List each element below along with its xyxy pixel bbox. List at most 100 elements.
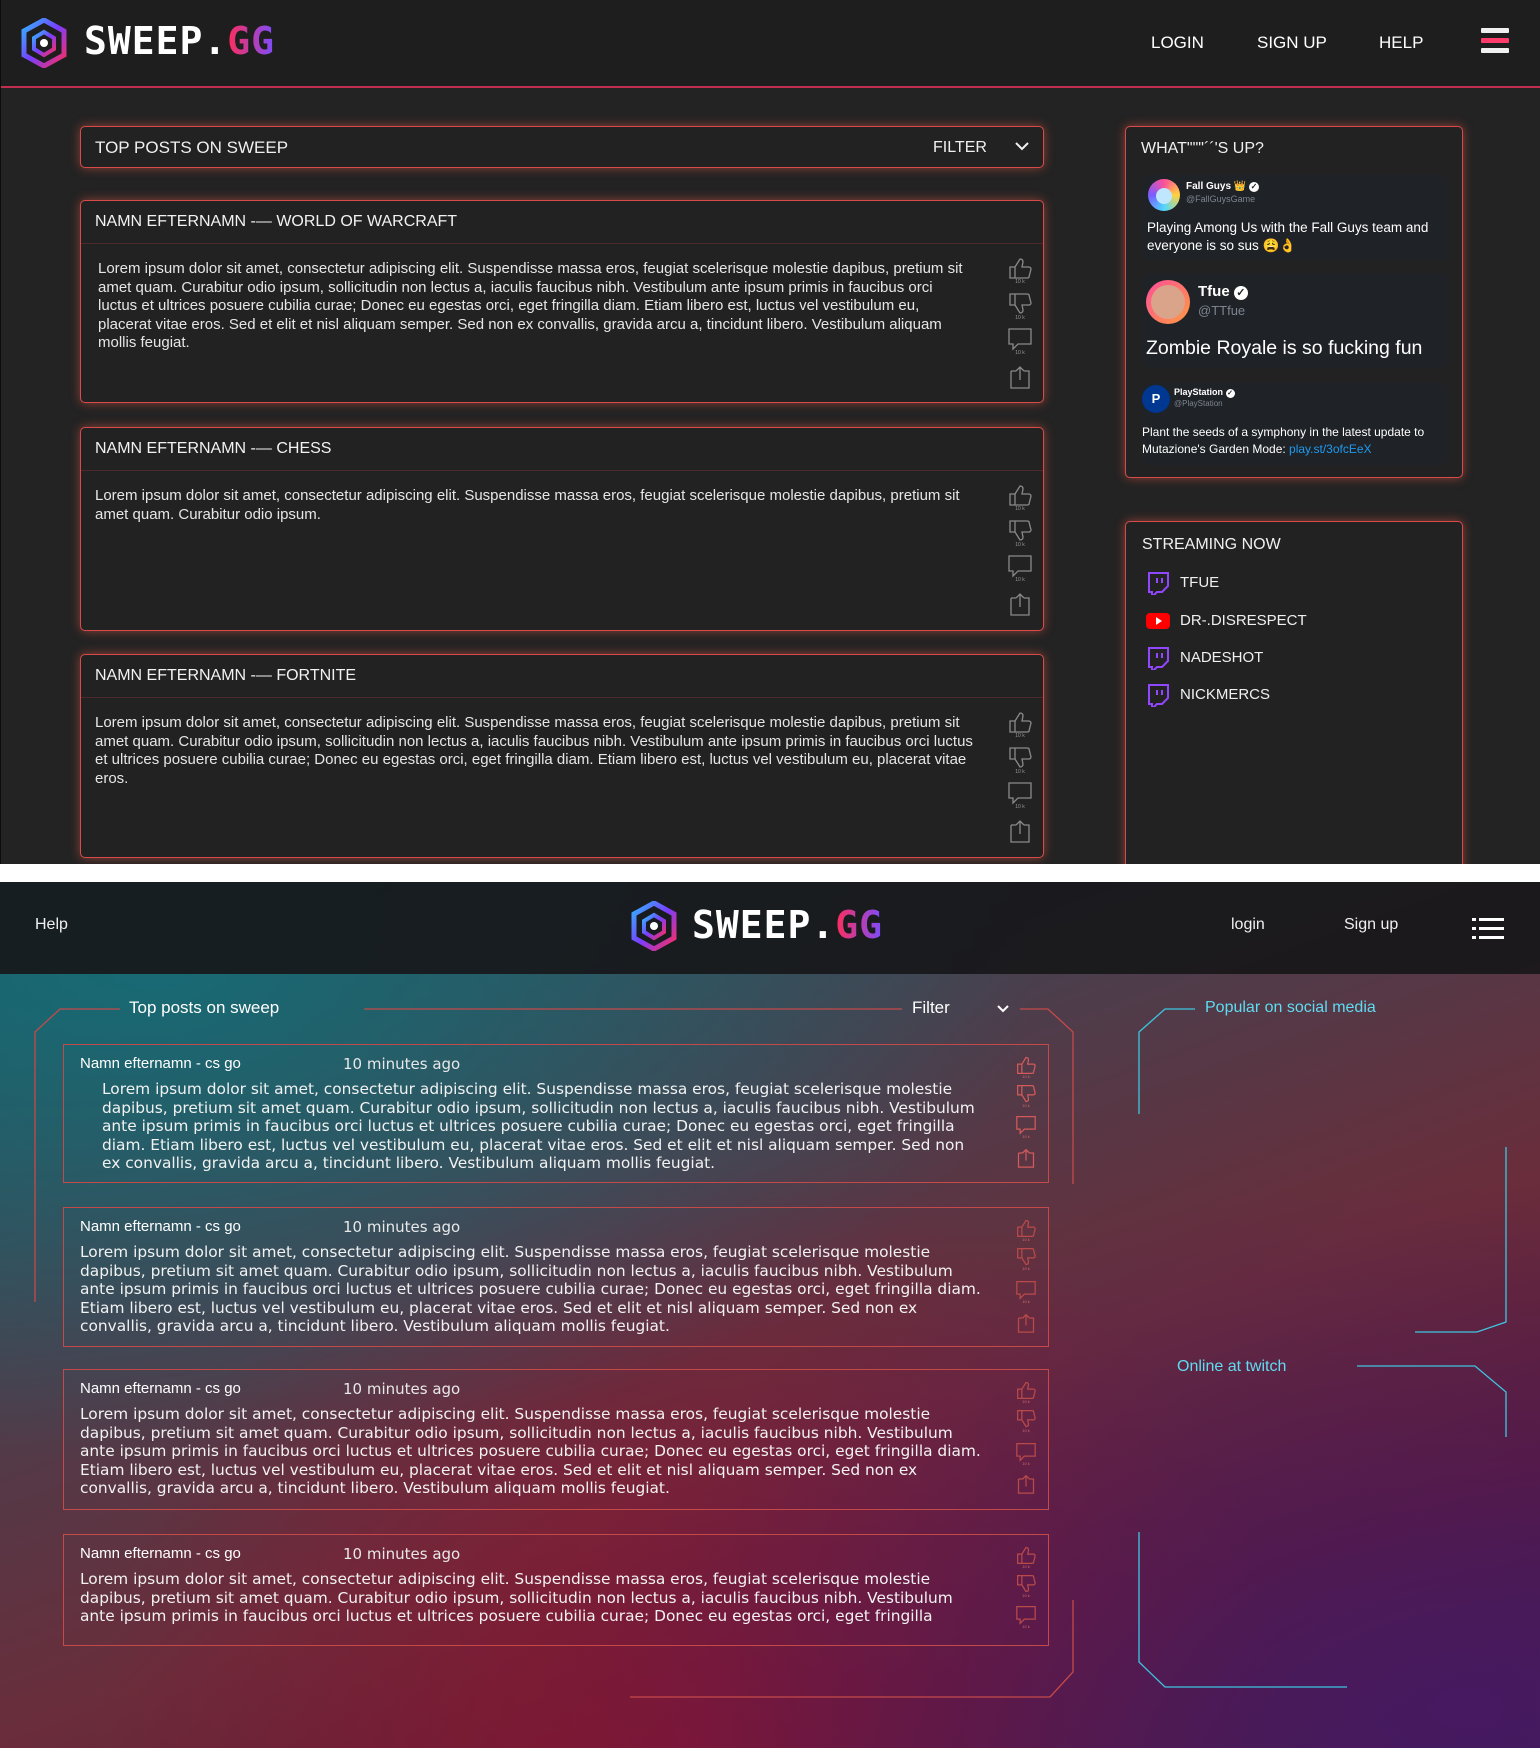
thumbs-up-icon[interactable]: 10 k (1015, 1380, 1039, 1404)
thumbs-up-icon[interactable]: 10 k (1007, 710, 1033, 739)
comment-count: 10 k (1022, 1624, 1030, 1629)
stream-item-tfue[interactable]: TFUE (1146, 571, 1219, 596)
brand-wordmark: SWEEP.GG (84, 19, 276, 63)
sweep-logo-icon[interactable] (19, 17, 69, 73)
thumbs-down-icon[interactable]: 10 k (1007, 292, 1033, 321)
share-icon[interactable] (1015, 1474, 1039, 1498)
post-body: Lorem ipsum dolor sit amet, consectetur … (102, 1080, 975, 1173)
filter-label[interactable]: Filter (912, 998, 950, 1018)
comment-icon[interactable]: 10 k (1007, 327, 1033, 356)
comment-count: 10 k (1015, 804, 1025, 810)
thumbs-up-icon[interactable]: 10 k (1015, 1218, 1039, 1242)
youtube-icon (1146, 613, 1170, 629)
comment-count: 10 k (1022, 1299, 1030, 1304)
streaming-now-panel: STREAMING NOW TFUE DR-.DISRESPECT NADESH… (1125, 521, 1463, 864)
dislike-count: 10 k (1015, 769, 1025, 775)
like-count: 10 k (1022, 1564, 1030, 1569)
tweet-card[interactable]: P PlayStation ✓ @PlayStation Plant the s… (1142, 383, 1448, 465)
tweet-card[interactable]: Fall Guys 👑 ✓ @FallGuysGame Playing Amon… (1142, 175, 1448, 260)
like-count: 10 k (1022, 1237, 1030, 1242)
like-count: 10 k (1015, 279, 1025, 285)
like-count: 10 k (1015, 506, 1025, 512)
tweet-card[interactable]: Tfue ✓ @TTfue Zombie Royale is so fuckin… (1142, 273, 1448, 368)
post-title: NAMN EFTERNAMN -— FORTNITE (95, 667, 357, 684)
thumbs-down-icon[interactable]: 10 k (1007, 519, 1033, 548)
dislike-count: 10 k (1022, 1266, 1030, 1271)
post-timestamp: 10 minutes ago (343, 1055, 461, 1073)
comment-count: 10 k (1022, 1134, 1030, 1139)
twitch-icon (1148, 647, 1169, 671)
tweet-text: Plant the seeds of a symphony in the lat… (1142, 425, 1425, 456)
thumbs-up-icon[interactable]: 10 k (1007, 256, 1033, 285)
share-icon[interactable] (1015, 1148, 1039, 1172)
post-card: NAMN EFTERNAMN -— CHESS Lorem ipsum dolo… (80, 427, 1044, 631)
comment-count: 10 k (1022, 1461, 1030, 1466)
dislike-count: 10 k (1022, 1103, 1030, 1108)
comment-icon[interactable]: 10 k (1015, 1442, 1039, 1466)
share-icon[interactable] (1007, 365, 1033, 391)
like-count: 10 k (1022, 1074, 1030, 1079)
post-header: NAMN EFTERNAMN -— WORLD OF WARCRAFT (81, 201, 1043, 244)
dislike-count: 10 k (1015, 315, 1025, 321)
stream-item-drdisrespect[interactable]: DR-.DISRESPECT (1146, 609, 1307, 633)
post-title: NAMN EFTERNAMN -— CHESS (95, 440, 332, 457)
share-icon[interactable] (1015, 1313, 1039, 1337)
comment-icon[interactable]: 10 k (1007, 781, 1033, 810)
comment-icon[interactable]: 10 k (1015, 1605, 1039, 1629)
post-body: Lorem ipsum dolor sit amet, consectetur … (80, 1405, 981, 1498)
tweet-author: PlayStation ✓ (1174, 387, 1235, 398)
comment-count: 10 k (1015, 577, 1025, 583)
post-body: Lorem ipsum dolor sit amet, consectetur … (80, 1243, 981, 1336)
comment-icon[interactable]: 10 k (1015, 1115, 1039, 1139)
login-link[interactable]: LOGIN (1151, 33, 1204, 53)
twitch-icon (1148, 572, 1169, 596)
tweet-text: Zombie Royale is so fucking fun (1146, 337, 1423, 359)
posts-header-title: Top posts on sweep (129, 998, 280, 1017)
post-title: NAMN EFTERNAMN -— WORLD OF WARCRAFT (95, 213, 458, 230)
post-card: Namn efternamn - cs go 10 minutes ago Lo… (63, 1369, 1049, 1510)
whats-up-title: WHAT"""´´'S UP? (1141, 140, 1264, 157)
post-body: Lorem ipsum dolor sit amet, consectetur … (80, 1570, 953, 1626)
tweet-handle: @PlayStation (1174, 399, 1223, 408)
streamer-name: NADESHOT (1180, 649, 1264, 666)
post-author: Namn efternamn - cs go (80, 1380, 241, 1397)
post-body: Lorem ipsum dolor sit amet, consectetur … (95, 714, 973, 787)
signup-link[interactable]: SIGN UP (1257, 33, 1327, 53)
top-navbar: SWEEP.GG LOGIN SIGN UP HELP (1, 0, 1540, 88)
thumbs-down-icon[interactable]: 10 k (1015, 1247, 1039, 1271)
thumbs-down-icon[interactable]: 10 k (1015, 1084, 1039, 1108)
post-body: Lorem ipsum dolor sit amet, consectetur … (98, 260, 963, 352)
thumbs-down-icon[interactable]: 10 k (1015, 1409, 1039, 1433)
post-card: Namn efternamn - cs go 10 minutes ago Lo… (63, 1044, 1049, 1183)
help-link[interactable]: HELP (1379, 33, 1423, 53)
posts-header-title: TOP POSTS ON SWEEP (95, 138, 289, 157)
streamer-name: DR-.DISRESPECT (1180, 612, 1307, 629)
thumbs-down-icon[interactable]: 10 k (1007, 746, 1033, 775)
tweet-link[interactable]: play.st/3ofcEeX (1289, 442, 1372, 456)
thumbs-up-icon[interactable]: 10 k (1015, 1545, 1039, 1569)
thumbs-up-icon[interactable]: 10 k (1015, 1055, 1039, 1079)
chevron-down-icon[interactable] (1014, 139, 1030, 158)
whats-up-panel: WHAT"""´´'S UP? Fall Guys 👑 ✓ @FallGuysG… (1125, 126, 1463, 478)
share-icon[interactable] (1007, 592, 1033, 618)
thumbs-up-icon[interactable]: 10 k (1007, 483, 1033, 512)
filter-label[interactable]: FILTER (933, 139, 987, 157)
share-icon[interactable] (1007, 819, 1033, 845)
streamer-name: TFUE (1180, 574, 1220, 591)
post-author: Namn efternamn - cs go (80, 1545, 241, 1562)
stream-item-nickmercs[interactable]: NICKMERCS (1146, 683, 1270, 708)
comment-icon[interactable]: 10 k (1015, 1280, 1039, 1304)
gradient-design-mockup: Help SWEEP.GG login Sign up Top posts on… (0, 882, 1540, 1748)
post-card: NAMN EFTERNAMN -— WORLD OF WARCRAFT Lore… (80, 200, 1044, 403)
thumbs-down-icon[interactable]: 10 k (1015, 1574, 1039, 1598)
playstation-avatar: P (1142, 385, 1170, 413)
hamburger-menu-icon[interactable] (1481, 28, 1509, 54)
comment-icon[interactable]: 10 k (1007, 554, 1033, 583)
chevron-down-icon[interactable] (996, 1002, 1010, 1020)
tweet-text: Playing Among Us with the Fall Guys team… (1147, 220, 1429, 253)
stream-item-nadeshot[interactable]: NADESHOT (1146, 646, 1263, 671)
popular-social-heading: Popular on social media (1205, 999, 1376, 1016)
dislike-count: 10 k (1015, 542, 1025, 548)
like-count: 10 k (1022, 1399, 1030, 1404)
verified-icon: ✓ (1249, 182, 1260, 192)
